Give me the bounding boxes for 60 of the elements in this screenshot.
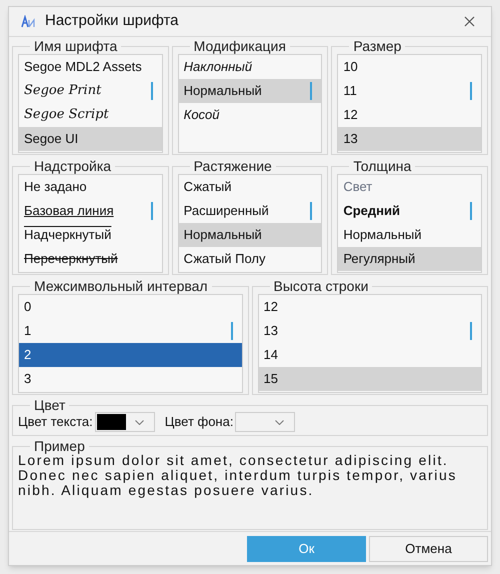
chevron-down-icon	[134, 420, 144, 424]
scroll-indicator	[150, 202, 153, 220]
list-item[interactable]: 12	[258, 295, 481, 319]
list-item[interactable]: Косой	[178, 103, 322, 127]
list-item[interactable]: Segoe Script	[19, 103, 162, 127]
list-item[interactable]: 15	[258, 367, 481, 391]
list-item[interactable]: Нормальный	[338, 223, 481, 247]
scroll-indicator	[310, 82, 312, 100]
scroll-indicator	[230, 322, 232, 340]
group-title: Толщина	[352, 158, 412, 174]
list-item[interactable]: Регулярный	[338, 247, 481, 271]
group-title: Надстройка	[33, 158, 112, 174]
list-item[interactable]: Segoe UI	[19, 127, 162, 151]
list-item[interactable]: 2	[19, 343, 242, 367]
list-item[interactable]: Segoe MDL2 Assets	[19, 55, 162, 79]
group-title: Растяжение	[192, 158, 273, 174]
list-item[interactable]: Segoe Print	[19, 79, 162, 103]
scroll-indicator	[150, 82, 153, 100]
list-item[interactable]: 11	[338, 79, 481, 103]
list-item[interactable]: 13	[258, 319, 481, 343]
scroll-indicator	[470, 82, 472, 100]
scroll-indicator	[310, 202, 312, 220]
list-item[interactable]: Свет	[338, 175, 481, 199]
text-color-label: Цвет текста:	[18, 413, 93, 432]
list-item[interactable]: 14	[258, 343, 481, 367]
list-item[interactable]: 10	[338, 55, 481, 79]
text-color-picker[interactable]	[94, 412, 155, 432]
list-item[interactable]: Средний	[338, 199, 481, 223]
scroll-indicator	[470, 322, 472, 340]
font-icon	[21, 14, 35, 28]
list-item[interactable]: Перечеркнутый	[19, 247, 162, 271]
list-item[interactable]: Базовая линия	[19, 199, 162, 223]
list-item[interactable]: 13	[338, 127, 481, 151]
list-item[interactable]: Надчеркнутый	[19, 223, 162, 247]
list-item[interactable]: 1	[19, 319, 242, 343]
list-item[interactable]: Наклонный	[178, 55, 322, 79]
window-title: Настройки шрифта	[45, 11, 179, 32]
group-title: Пример	[33, 440, 86, 453]
group-title: Размер	[352, 38, 402, 54]
list-item[interactable]: 12	[338, 103, 481, 127]
list-item[interactable]: Нормальный	[178, 79, 322, 103]
list-item[interactable]: Нормальный	[178, 223, 322, 247]
chevron-down-icon	[275, 420, 284, 424]
group-title: Цвет	[33, 398, 66, 412]
list-item[interactable]: 0	[19, 295, 242, 319]
sample-text: Lorem ipsum dolor sit amet, consectetur adipiscing elit. Donec nec sapien aliquet, interdum turpis tempor, varius nibh. Aliquam egestas posuere varius.	[18, 453, 458, 498]
list-item[interactable]: Сжатый Полу	[178, 247, 322, 271]
group-title: Высота строки	[272, 278, 370, 294]
scroll-indicator	[470, 202, 472, 220]
cancel-button[interactable]: Отмена	[369, 536, 488, 562]
list-item[interactable]: Расширенный	[178, 199, 322, 223]
background-color-picker[interactable]	[235, 412, 296, 432]
close-icon	[464, 16, 474, 27]
list-item[interactable]: 3	[19, 367, 242, 391]
group-title: Имя шрифта	[33, 38, 118, 54]
background-color-label: Цвет фона:	[164, 413, 234, 432]
group-title: Модификация	[192, 38, 287, 54]
list-item[interactable]: Не задано	[19, 175, 162, 199]
list-item[interactable]: Сжатый	[178, 175, 322, 199]
group-title: Межсимвольный интервал	[33, 278, 209, 294]
